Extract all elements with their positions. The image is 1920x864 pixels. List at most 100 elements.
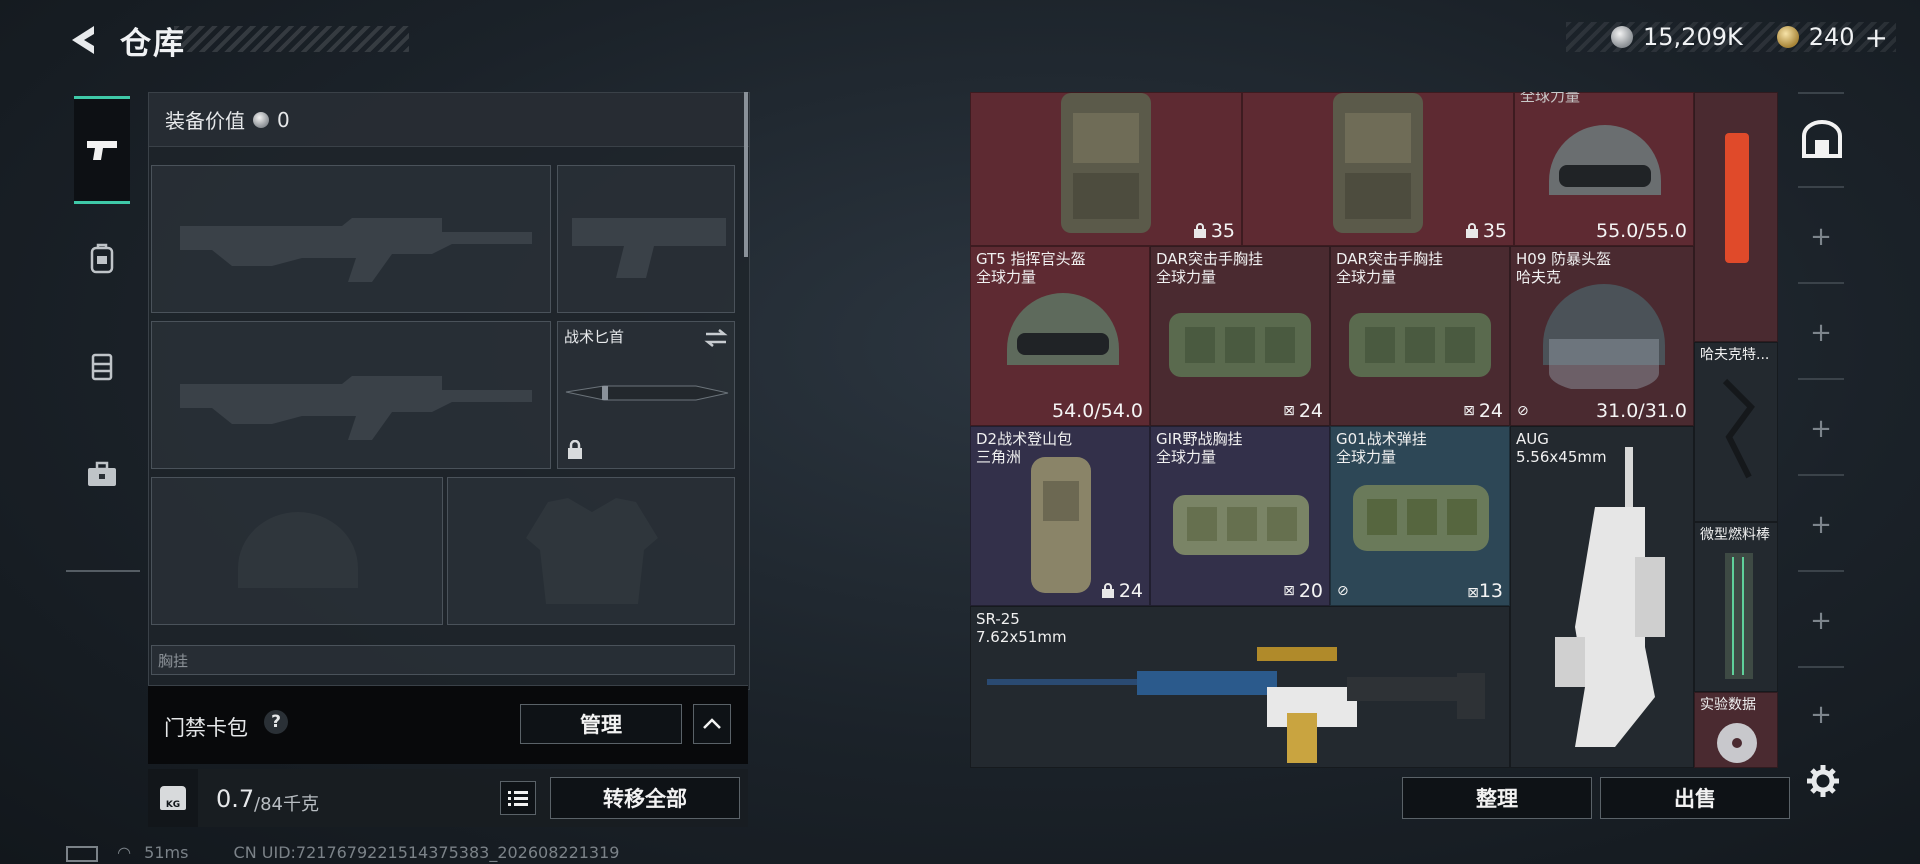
knife-slot[interactable]: 战术匕首 — [557, 321, 735, 469]
rail-tab-vest[interactable] — [74, 312, 130, 420]
ping-value: 51ms — [144, 843, 189, 862]
fuel-rod-icon — [1725, 553, 1753, 679]
access-card-bar: 门禁卡包 ? 管理 — [148, 685, 748, 764]
rifle-silhouette-icon — [180, 218, 532, 282]
inventory-item[interactable]: 实验数据 — [1694, 692, 1778, 768]
toolbox-icon — [88, 461, 116, 486]
add-container-button[interactable]: + — [1804, 698, 1838, 732]
equipment-value-header: 装备价值 0 — [149, 93, 749, 147]
equipment-value: 0 — [277, 107, 290, 132]
no-slot-icon: ⊘ — [1337, 583, 1349, 599]
weight-max: /84千克 — [254, 794, 319, 815]
access-card-label: 门禁卡包 — [164, 716, 248, 740]
vest-icon — [91, 353, 113, 381]
inventory-item[interactable]: 微型燃料棒 — [1694, 522, 1778, 692]
gold-currency-value: 240 — [1808, 23, 1855, 51]
backpack-icon — [1061, 93, 1151, 233]
add-currency-button[interactable]: + — [1865, 21, 1888, 54]
currency-bar: 15,209K 240 + — [1566, 21, 1896, 54]
item-value: ⊠ 20 — [1283, 580, 1323, 602]
manage-button[interactable]: 管理 — [520, 704, 682, 744]
disc-icon — [1717, 723, 1757, 763]
settings-gear-icon[interactable] — [1806, 764, 1840, 798]
backpack-icon — [1031, 457, 1091, 593]
add-container-button[interactable]: + — [1804, 220, 1838, 254]
chevron-up-icon — [703, 718, 721, 729]
inventory-item[interactable]: AUG 5.56x45mm — [1510, 426, 1694, 768]
inventory-item[interactable] — [1694, 92, 1778, 342]
backpack-icon — [1333, 93, 1423, 233]
status-bar: ◠ 51ms CN UID:7217679221514375383_202608… — [66, 843, 619, 862]
transfer-all-button[interactable]: 转移全部 — [550, 777, 740, 819]
primary-weapon-slot[interactable] — [151, 165, 551, 313]
vest-icon — [1173, 495, 1309, 555]
inventory-item[interactable]: 35 — [970, 92, 1242, 246]
list-icon — [508, 791, 528, 806]
item-name: DAR突击手胸挂 全球力量 — [1336, 250, 1443, 286]
helmet-icon — [1549, 125, 1661, 195]
access-card-help-icon[interactable]: ? — [264, 710, 288, 734]
armor-silhouette-icon — [526, 498, 658, 604]
weight-icon-box: KG — [148, 769, 198, 827]
silver-coin-icon — [1611, 26, 1633, 48]
weight-bar: KG 0.7 /84千克 转移全部 — [148, 769, 748, 827]
inventory-item[interactable]: G01战术弹挂 全球力量 ⊘ ⊠13 — [1330, 426, 1510, 606]
item-value: ⊠ 24 — [1463, 400, 1503, 422]
inventory-item[interactable]: DAR突击手胸挂 全球力量 ⊠ 24 — [1150, 246, 1330, 426]
add-container-button[interactable]: + — [1804, 508, 1838, 542]
secondary-weapon-slot[interactable] — [151, 321, 551, 469]
wifi-icon: ◠ — [117, 843, 132, 862]
item-value: 54.0/54.0 — [1051, 400, 1143, 422]
gear-strap-icon — [1722, 378, 1755, 479]
rifle-aug-icon — [1555, 447, 1665, 747]
vest-icon — [1353, 485, 1489, 551]
rail-tab-backpack[interactable] — [74, 204, 130, 312]
rifle-silhouette-icon — [180, 376, 532, 440]
add-container-button[interactable]: + — [1804, 316, 1838, 350]
item-name: 微型燃料棒 — [1700, 527, 1770, 543]
inventory-item[interactable]: 全球力量 55.0/55.0 — [1514, 92, 1694, 246]
inventory-item[interactable]: 哈夫克特... — [1694, 342, 1778, 522]
inventory-item[interactable]: 35 — [1242, 92, 1514, 246]
item-value: 55.0/55.0 — [1595, 220, 1687, 242]
pistol-icon — [87, 141, 117, 160]
inventory-item[interactable]: D2战术登山包 三角洲 24 — [970, 426, 1150, 606]
inventory-item[interactable]: SR-25 7.62x51mm — [970, 606, 1510, 768]
safe-box-icon[interactable] — [1802, 120, 1842, 158]
list-view-button[interactable] — [500, 781, 536, 815]
equipment-scrollbar[interactable] — [744, 92, 748, 257]
lock-icon — [1465, 223, 1478, 238]
chest-rig-slot[interactable]: 胸挂 — [151, 645, 735, 675]
rail-tab-weapons[interactable] — [74, 96, 130, 204]
add-container-button[interactable]: + — [1804, 412, 1838, 446]
battery-icon — [66, 845, 98, 862]
add-container-button[interactable]: + — [1804, 604, 1838, 638]
knife-label: 战术匕首 — [564, 328, 625, 346]
collapse-button[interactable] — [693, 704, 731, 744]
inventory-item[interactable]: GIR野战胸挂 全球力量 ⊠ 20 — [1150, 426, 1330, 606]
backpack-icon — [90, 243, 114, 274]
armor-slot[interactable] — [447, 477, 735, 625]
back-button[interactable] — [64, 20, 104, 60]
title-decoration — [174, 26, 409, 52]
pistol-silhouette-icon — [572, 218, 726, 278]
rail-tab-toolbox[interactable] — [74, 420, 130, 528]
chest-rig-label: 胸挂 — [158, 652, 189, 670]
sell-button[interactable]: 出售 — [1600, 777, 1790, 819]
inventory-item[interactable]: H09 防暴头盔 哈夫克 ⊘ 31.0/31.0 — [1510, 246, 1694, 426]
helmet-slot[interactable] — [151, 477, 443, 625]
item-name: 哈夫克特... — [1700, 347, 1770, 363]
swap-icon[interactable] — [704, 328, 728, 348]
item-value: 35 — [1193, 220, 1235, 242]
inventory-item[interactable]: DAR突击手胸挂 全球力量 ⊠ 24 — [1330, 246, 1510, 426]
pistol-slot[interactable] — [557, 165, 735, 313]
silver-currency-value: 15,209K — [1643, 23, 1743, 51]
organize-button[interactable]: 整理 — [1402, 777, 1592, 819]
inventory-item[interactable]: GT5 指挥官头盔 全球力量 54.0/54.0 — [970, 246, 1150, 426]
item-value: ⊘ ⊠13 — [1337, 580, 1503, 602]
rifle-sr25-icon — [987, 647, 1485, 763]
gold-coin-icon — [1776, 26, 1799, 48]
item-value: ⊘ 31.0/31.0 — [1517, 400, 1687, 422]
container-rail: + + + + + + — [1790, 92, 1852, 768]
no-slot-icon: ⊘ — [1517, 403, 1529, 419]
